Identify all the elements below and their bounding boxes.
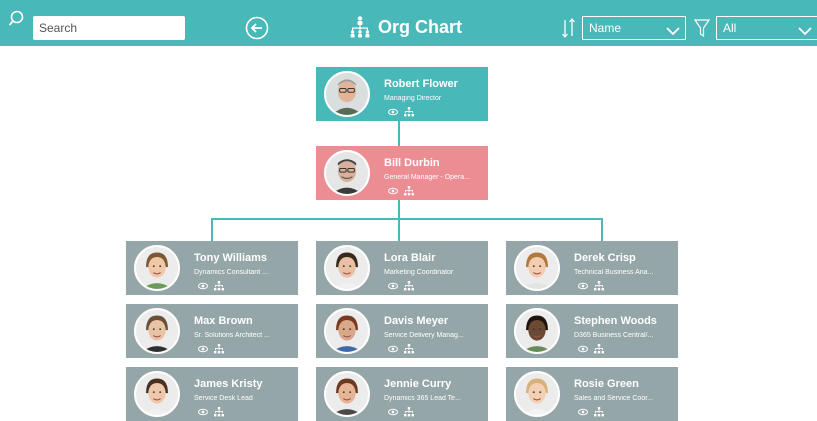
- hierarchy-icon[interactable]: [594, 344, 604, 354]
- search-input[interactable]: [33, 16, 185, 40]
- sort-icon: [561, 17, 577, 39]
- employee-card[interactable]: Tony Williams Dynamics Consultant ...: [126, 241, 298, 295]
- card-actions: [578, 344, 604, 354]
- avatar: [514, 371, 560, 417]
- page-title: Org Chart: [378, 16, 463, 37]
- employee-title: Technical Business Ana...: [574, 269, 654, 276]
- employee-title: Sr. Solutions Architect ...: [194, 332, 270, 339]
- search-icon: [8, 9, 29, 29]
- employee-title: Service Delivery Manag...: [384, 332, 464, 339]
- employee-card[interactable]: Lora Blair Marketing Coordinator: [316, 241, 488, 295]
- card-actions: [388, 407, 414, 417]
- employee-name: Jennie Curry: [384, 378, 452, 390]
- view-eye-icon[interactable]: [388, 281, 398, 291]
- card-actions: [578, 281, 604, 291]
- avatar: [134, 245, 180, 291]
- avatar: [324, 150, 370, 196]
- sort-dropdown-value: Name: [589, 21, 622, 35]
- employee-card[interactable]: Davis Meyer Service Delivery Manag...: [316, 304, 488, 358]
- employee-title: Managing Director: [384, 95, 442, 102]
- employee-name: Lora Blair: [384, 252, 436, 264]
- employee-name: Tony Williams: [194, 252, 268, 264]
- hierarchy-icon[interactable]: [214, 344, 224, 354]
- connector-line: [398, 200, 400, 218]
- hierarchy-icon[interactable]: [404, 186, 414, 196]
- avatar: [134, 308, 180, 354]
- employee-name: Bill Durbin: [384, 157, 440, 169]
- title-group: Org Chart: [348, 14, 462, 40]
- employee-name: Stephen Woods: [574, 315, 657, 327]
- hierarchy-icon[interactable]: [404, 107, 414, 117]
- sort-dropdown[interactable]: Name: [582, 16, 686, 40]
- hierarchy-icon[interactable]: [404, 281, 414, 291]
- employee-card[interactable]: Jennie Curry Dynamics 365 Lead Te...: [316, 367, 488, 421]
- employee-title: Sales and Service Coor...: [574, 395, 653, 402]
- avatar: [324, 245, 370, 291]
- view-eye-icon[interactable]: [388, 186, 398, 196]
- employee-title: D365 Business Central/...: [574, 332, 654, 339]
- org-chart-icon: [348, 15, 372, 39]
- view-eye-icon[interactable]: [388, 407, 398, 417]
- employee-card[interactable]: James Kristy Service Desk Lead: [126, 367, 298, 421]
- employee-name: Max Brown: [194, 315, 253, 327]
- employee-name: Derek Crisp: [574, 252, 636, 264]
- avatar: [324, 71, 370, 117]
- avatar: [324, 371, 370, 417]
- view-eye-icon[interactable]: [388, 107, 398, 117]
- view-eye-icon[interactable]: [578, 344, 588, 354]
- connector-line: [398, 121, 400, 146]
- avatar: [514, 245, 560, 291]
- chevron-down-icon: [666, 22, 680, 36]
- connector-line: [211, 218, 213, 241]
- card-actions: [198, 344, 224, 354]
- employee-card[interactable]: Rosie Green Sales and Service Coor...: [506, 367, 678, 421]
- card-actions: [388, 344, 414, 354]
- employee-title: Marketing Coordinator: [384, 269, 454, 276]
- connector-line: [211, 218, 603, 220]
- view-eye-icon[interactable]: [198, 281, 208, 291]
- employee-name: James Kristy: [194, 378, 263, 390]
- header-bar: Org Chart Name All: [0, 0, 817, 46]
- employee-name: Rosie Green: [574, 378, 639, 390]
- chevron-down-icon: [798, 22, 812, 36]
- hierarchy-icon[interactable]: [594, 407, 604, 417]
- avatar: [514, 308, 560, 354]
- employee-card-selected[interactable]: Bill Durbin General Manager - Opera...: [316, 146, 488, 200]
- filter-dropdown[interactable]: All: [716, 16, 817, 40]
- employee-card[interactable]: Max Brown Sr. Solutions Architect ...: [126, 304, 298, 358]
- employee-title: Dynamics 365 Lead Te...: [384, 395, 461, 402]
- view-eye-icon[interactable]: [578, 407, 588, 417]
- view-eye-icon[interactable]: [578, 281, 588, 291]
- hierarchy-icon[interactable]: [214, 407, 224, 417]
- hierarchy-icon[interactable]: [214, 281, 224, 291]
- back-arrow-icon[interactable]: [245, 16, 269, 40]
- avatar: [324, 308, 370, 354]
- employee-title: Service Desk Lead: [194, 395, 253, 402]
- employee-card[interactable]: Stephen Woods D365 Business Central/...: [506, 304, 678, 358]
- view-eye-icon[interactable]: [198, 344, 208, 354]
- card-actions: [388, 107, 414, 117]
- employee-card[interactable]: Derek Crisp Technical Business Ana...: [506, 241, 678, 295]
- employee-name: Davis Meyer: [384, 315, 449, 327]
- connector-line: [398, 218, 400, 241]
- hierarchy-icon[interactable]: [404, 344, 414, 354]
- card-actions: [388, 281, 414, 291]
- hierarchy-icon[interactable]: [594, 281, 604, 291]
- card-actions: [388, 186, 414, 196]
- card-actions: [198, 407, 224, 417]
- view-eye-icon[interactable]: [198, 407, 208, 417]
- hierarchy-icon[interactable]: [404, 407, 414, 417]
- card-actions: [198, 281, 224, 291]
- filter-icon: [693, 17, 711, 39]
- card-actions: [578, 407, 604, 417]
- employee-card-root[interactable]: Robert Flower Managing Director: [316, 67, 488, 121]
- connector-line: [601, 218, 603, 241]
- view-eye-icon[interactable]: [388, 344, 398, 354]
- employee-title: General Manager - Opera...: [384, 174, 470, 181]
- filter-dropdown-value: All: [723, 21, 737, 35]
- employee-title: Dynamics Consultant ...: [194, 269, 268, 276]
- employee-name: Robert Flower: [384, 78, 458, 90]
- avatar: [134, 371, 180, 417]
